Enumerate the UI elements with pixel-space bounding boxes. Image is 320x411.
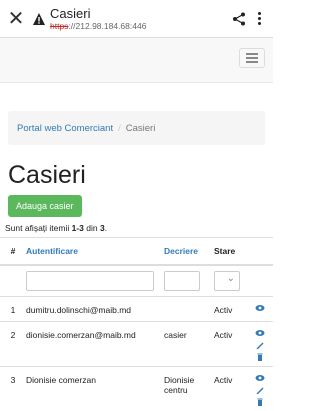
summary-mid: din: [83, 223, 100, 233]
header-auth[interactable]: Autentificare: [26, 237, 164, 266]
view-icon[interactable]: [255, 303, 265, 313]
filter-row: [0, 264, 273, 297]
breadcrumb-home-link[interactable]: Portal web Comerciant: [17, 123, 113, 134]
row-desc: Dionisie centru: [164, 375, 195, 395]
table-row: 1 dumitru.dolinschi@maib.md Activ: [0, 296, 273, 322]
header-desc[interactable]: Decriere: [164, 237, 214, 266]
desc-filter-input[interactable]: [164, 271, 200, 291]
page-title: Casieri: [8, 161, 86, 189]
row-desc: [164, 297, 214, 305]
breadcrumb-separator: /: [118, 122, 121, 134]
browser-toolbar: ✕ Casieri https://212.98.184.68:446: [0, 0, 273, 38]
share-icon[interactable]: [227, 12, 251, 26]
delete-icon[interactable]: [255, 397, 265, 407]
url-scheme: https: [50, 20, 69, 31]
header-state: Stare: [214, 237, 246, 266]
row-number: 1: [10, 305, 16, 315]
summary-suffix: .: [104, 223, 108, 233]
summary-prefix: Sunt afișați itemii: [5, 223, 72, 233]
breadcrumb-current: Casieri: [125, 122, 156, 134]
header-number: #: [0, 237, 26, 266]
address-bar[interactable]: Casieri https://212.98.184.68:446: [50, 6, 227, 32]
add-cashier-button[interactable]: Adauga casier: [8, 195, 82, 217]
warning-icon: [33, 12, 45, 25]
site-title: Casieri: [50, 5, 91, 21]
summary-text: Sunt afișați itemii 1-3 din 3.: [5, 223, 273, 233]
row-state: Activ: [214, 330, 233, 340]
header-actions: [246, 237, 273, 266]
sort-desc-link[interactable]: Decriere: [164, 246, 198, 256]
row-desc: casier: [164, 330, 187, 340]
sort-auth-link[interactable]: Autentificare: [26, 246, 78, 256]
url-text: https://212.98.184.68:446: [50, 21, 227, 32]
table-row: 2 dionisie.comerzan@maib.md casier Activ: [0, 321, 273, 367]
close-icon[interactable]: ✕: [6, 9, 26, 29]
auth-filter-input[interactable]: [26, 271, 154, 291]
row-number: 2: [10, 330, 16, 340]
more-icon[interactable]: [251, 12, 267, 25]
edit-icon[interactable]: [255, 340, 265, 350]
summary-range: 1-3: [71, 223, 84, 233]
site-navbar: [0, 38, 273, 83]
view-icon[interactable]: [255, 328, 265, 338]
breadcrumb: Portal web Comerciant / Casieri: [8, 111, 265, 145]
url-host: ://212.98.184.68:446: [68, 20, 147, 31]
table-header-row: # Autentificare Decriere Stare: [0, 237, 273, 266]
view-icon[interactable]: [255, 373, 265, 383]
row-state: Activ: [214, 375, 233, 385]
row-auth: dumitru.dolinschi@maib.md: [26, 305, 132, 315]
delete-icon[interactable]: [255, 352, 265, 362]
menu-icon[interactable]: [239, 48, 265, 68]
row-auth: dionisie.comerzan@maib.md: [26, 330, 136, 340]
row-number: 3: [10, 375, 16, 385]
row-auth: Dionisie comerzan: [26, 375, 96, 385]
state-filter-select[interactable]: [214, 271, 240, 291]
edit-icon[interactable]: [255, 385, 265, 395]
cashiers-table: # Autentificare Decriere Stare 1 dumitru…: [0, 237, 273, 411]
row-state: Activ: [214, 305, 233, 315]
